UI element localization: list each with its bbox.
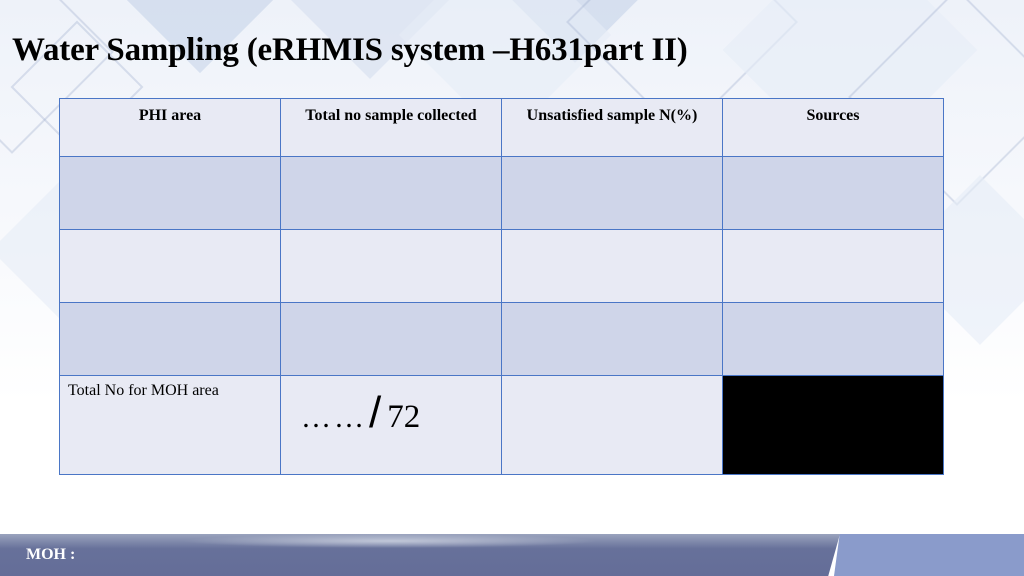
total-collected-cell[interactable]: ……/72 bbox=[280, 375, 502, 475]
table-cell[interactable] bbox=[722, 156, 944, 230]
fraction-separator: / bbox=[369, 388, 382, 437]
total-unsatisfied-cell[interactable] bbox=[501, 375, 723, 475]
table-cell[interactable] bbox=[501, 302, 723, 376]
collected-target: 72 bbox=[387, 399, 421, 435]
header-phi-area: PHI area bbox=[59, 98, 281, 157]
footer-label: MOH : bbox=[26, 546, 76, 563]
total-row: Total No for MOH area ……/72 bbox=[59, 375, 944, 475]
footer-light-band bbox=[834, 534, 1024, 576]
table-cell[interactable] bbox=[59, 229, 281, 303]
table-cell[interactable] bbox=[722, 229, 944, 303]
table-cell[interactable] bbox=[280, 229, 502, 303]
table-cell[interactable] bbox=[501, 156, 723, 230]
collected-blank: …… bbox=[301, 401, 367, 434]
table-row bbox=[59, 156, 944, 230]
table-cell[interactable] bbox=[280, 156, 502, 230]
table-cell[interactable] bbox=[59, 156, 281, 230]
header-unsatisfied-samples: Unsatisfied sample N(%) bbox=[501, 98, 723, 157]
total-collected-fraction: ……/72 bbox=[281, 376, 501, 438]
table-row bbox=[59, 229, 944, 303]
table-cell[interactable] bbox=[59, 302, 281, 376]
water-sampling-table: PHI area Total no sample collected Unsat… bbox=[59, 98, 944, 475]
footer-bar: MOH : bbox=[0, 534, 1024, 576]
total-label-cell: Total No for MOH area bbox=[59, 375, 281, 475]
total-label: Total No for MOH area bbox=[68, 382, 219, 399]
table-cell[interactable] bbox=[501, 229, 723, 303]
header-total-samples: Total no sample collected bbox=[280, 98, 502, 157]
table-cell[interactable] bbox=[280, 302, 502, 376]
total-sources-blackout-cell bbox=[722, 375, 944, 475]
slide-title: Water Sampling (eRHMIS system –H631part … bbox=[12, 32, 688, 68]
header-sources: Sources bbox=[722, 98, 944, 157]
table-header-row: PHI area Total no sample collected Unsat… bbox=[59, 98, 944, 157]
footer-sheen bbox=[180, 534, 600, 548]
table-row bbox=[59, 302, 944, 376]
table-cell[interactable] bbox=[722, 302, 944, 376]
